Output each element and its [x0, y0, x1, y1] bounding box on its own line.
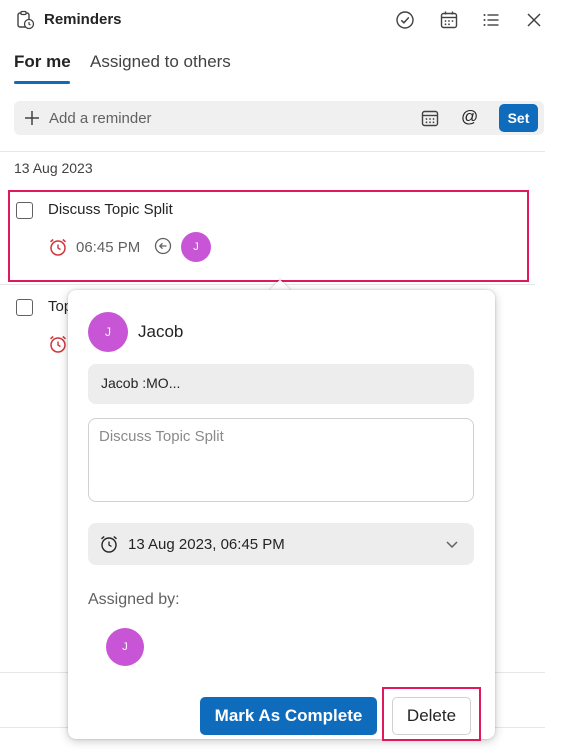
- date-time-value: 13 Aug 2023, 06:45 PM: [128, 536, 285, 553]
- check-circle-icon[interactable]: [394, 9, 416, 31]
- close-icon[interactable]: [523, 9, 545, 31]
- add-reminder-input[interactable]: Add a reminder: [49, 110, 152, 127]
- list-icon[interactable]: [480, 9, 502, 31]
- reminder-detail-popup: J Jacob Jacob :MO... Discuss Topic Split…: [68, 290, 495, 741]
- tab-assigned-to-others[interactable]: Assigned to others: [90, 52, 231, 72]
- chevron-down-icon: [444, 536, 460, 557]
- avatar[interactable]: J: [181, 232, 211, 262]
- calendar-icon[interactable]: [438, 9, 460, 31]
- active-tab-indicator: [14, 81, 70, 84]
- scrollbar-track[interactable]: [545, 0, 574, 756]
- delete-button[interactable]: Delete: [392, 697, 471, 735]
- calendar-icon[interactable]: [420, 108, 440, 133]
- tab-for-me[interactable]: For me: [14, 52, 71, 72]
- divider: [0, 151, 545, 152]
- reminder-title[interactable]: Discuss Topic Split: [48, 201, 173, 218]
- alarm-icon: [48, 237, 68, 257]
- set-button[interactable]: Set: [499, 104, 538, 132]
- alarm-clock-icon: [99, 534, 119, 559]
- divider: [0, 284, 535, 285]
- mark-as-complete-button[interactable]: Mark As Complete: [200, 697, 377, 735]
- description-textarea[interactable]: Discuss Topic Split: [88, 418, 474, 502]
- clipboard-clock-icon: [15, 10, 35, 30]
- message-preview[interactable]: Jacob :MO...: [88, 364, 474, 404]
- reminder-checkbox[interactable]: [16, 299, 33, 316]
- contact-name: Jacob: [138, 322, 184, 341]
- date-group-header: 13 Aug 2023: [14, 160, 93, 176]
- alarm-icon: [48, 334, 68, 354]
- add-reminder-bar[interactable]: Add a reminder @ Set: [14, 101, 544, 135]
- assigned-by-label: Assigned by:: [88, 591, 180, 608]
- assigner-avatar[interactable]: J: [106, 628, 144, 666]
- date-time-select[interactable]: 13 Aug 2023, 06:45 PM: [88, 523, 474, 565]
- app-title: Reminders: [44, 11, 122, 28]
- mention-icon[interactable]: @: [461, 107, 478, 127]
- panel-header: Reminders: [0, 0, 545, 40]
- plus-icon: [22, 108, 42, 128]
- reminder-time: 06:45 PM: [76, 239, 141, 256]
- assigned-arrow-icon: [153, 236, 173, 256]
- reminder-checkbox[interactable]: [16, 202, 33, 219]
- avatar: J: [88, 312, 128, 352]
